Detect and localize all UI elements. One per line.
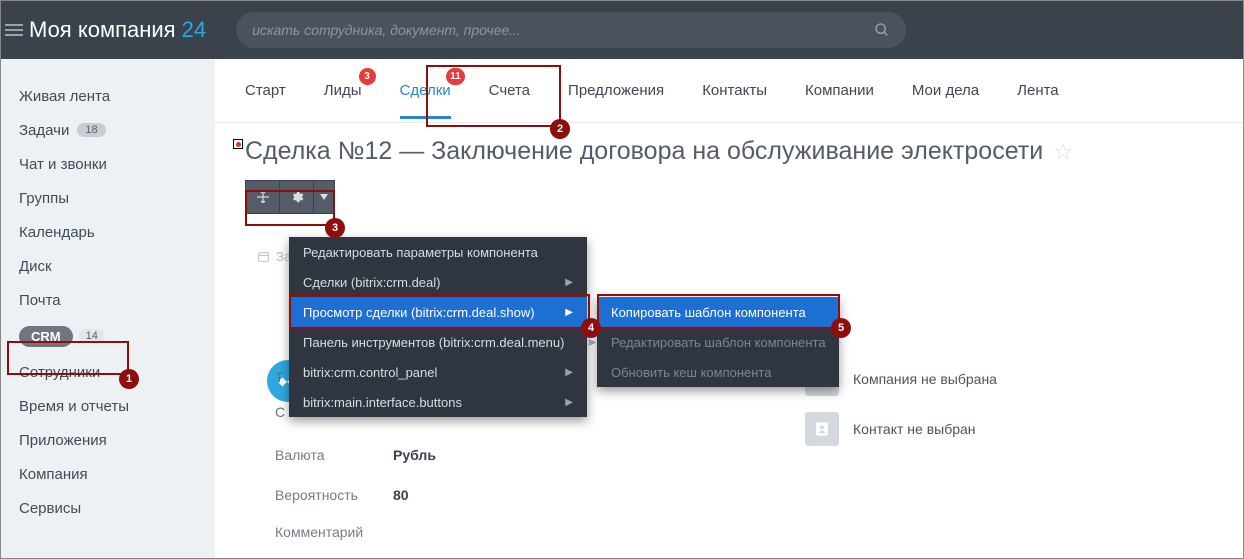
ctx-item-edit-params[interactable]: Редактировать параметры компонента [289,237,587,267]
sidebar-item-company[interactable]: Компания [1,457,215,491]
sidebar-item-mail[interactable]: Почта [1,283,215,317]
sidebar-item-disk[interactable]: Диск [1,249,215,283]
tab-deals[interactable]: Сделки11 [400,78,451,103]
contact-row[interactable]: Контакт не выбран [805,412,976,446]
sidebar-item-crm[interactable]: CRM 14 [1,317,215,355]
sidebar-item-services[interactable]: Сервисы [1,491,215,525]
chevron-right-icon: ▶ [565,397,573,408]
sidebar-badge: 14 [79,329,105,343]
top-nav: Старт Лиды3 Сделки11 Счета Предложения К… [215,59,1243,123]
search-input[interactable] [252,22,874,38]
probability-row: Вероятность 80 [275,477,409,513]
sidebar-item-calendar[interactable]: Календарь [1,215,215,249]
search-icon [874,22,890,38]
currency-label: Валюта [275,447,393,463]
star-icon[interactable]: ☆ [1053,139,1073,165]
brand-name: Моя компания [29,17,176,43]
sidebar-item-employees[interactable]: Сотрудники [1,355,215,389]
tab-invoices[interactable]: Счета [489,78,530,103]
nav-badge: 3 [359,68,376,85]
ctx-sub-refresh-cache[interactable]: Обновить кеш компонента [597,357,839,387]
contact-value: Контакт не выбран [853,421,976,437]
calendar-icon [257,250,270,263]
context-menu-component: Редактировать параметры компонента Сделк… [289,237,587,417]
currency-value: Рубль [393,447,436,463]
ctx-sub-copy-template[interactable]: Копировать шаблон компонента [597,297,839,327]
record-indicator-icon [233,139,243,149]
tab-feed2[interactable]: Лента [1017,78,1059,103]
ctx-item-interface-buttons[interactable]: bitrix:main.interface.buttons▶ [289,387,587,417]
sidebar-badge: 18 [77,123,105,137]
sidebar-item-groups[interactable]: Группы [1,181,215,215]
chevron-right-icon: ▶ [565,277,573,288]
sidebar: Живая лента Задачи18 Чат и звонки Группы… [1,59,215,558]
tab-contacts[interactable]: Контакты [702,78,767,103]
sidebar-item-chat[interactable]: Чат и звонки [1,147,215,181]
comment-label: Комментарий [275,524,363,540]
component-toolbar [245,180,335,214]
sidebar-item-feed[interactable]: Живая лента [1,79,215,113]
sidebar-item-tasks[interactable]: Задачи18 [1,113,215,147]
chevron-right-icon: ▶ [588,337,596,348]
main-content: Старт Лиды3 Сделки11 Счета Предложения К… [215,59,1243,558]
probability-value: 80 [393,487,409,503]
toolbar-move-icon[interactable] [246,181,280,213]
ctx-item-deal-show[interactable]: Просмотр сделки (bitrix:crm.deal.show)▶ [289,297,587,327]
date-row: За [257,249,291,264]
contact-icon [805,412,839,446]
sidebar-item-time[interactable]: Время и отчеты [1,389,215,423]
menu-icon[interactable] [5,24,23,36]
context-submenu-template: Копировать шаблон компонента Редактирова… [597,297,839,387]
ctx-sub-edit-template[interactable]: Редактировать шаблон компонента [597,327,839,357]
tab-start[interactable]: Старт [245,78,286,103]
tab-quotes[interactable]: Предложения [568,78,664,103]
company-value: Компания не выбрана [853,371,997,387]
chevron-right-icon: ▶ [565,367,573,378]
ctx-item-deal-menu[interactable]: Панель инструментов (bitrix:crm.deal.men… [289,327,587,357]
page-title: Сделка №12 — Заключение договора на обсл… [245,137,1043,166]
probability-label: Вероятность [275,487,393,503]
currency-row: Валюта Рубль [275,437,436,473]
field-t: Т [275,369,284,385]
topbar: Моя компания 24 [1,1,1243,59]
tab-companies[interactable]: Компании [805,78,874,103]
sidebar-item-apps[interactable]: Приложения [1,423,215,457]
toolbar-gear-icon[interactable] [280,181,314,213]
toolbar-dropdown-icon[interactable] [314,181,334,213]
nav-badge: 11 [446,68,465,85]
tab-my-activities[interactable]: Мои дела [912,78,979,103]
chevron-right-icon: ▶ [565,307,573,318]
field-c: С [275,404,285,420]
brand-number: 24 [182,17,206,43]
tab-leads[interactable]: Лиды3 [324,78,362,103]
ctx-item-control-panel[interactable]: bitrix:crm.control_panel▶ [289,357,587,387]
ctx-item-deal[interactable]: Сделки (bitrix:crm.deal)▶ [289,267,587,297]
search-box[interactable] [236,12,906,48]
